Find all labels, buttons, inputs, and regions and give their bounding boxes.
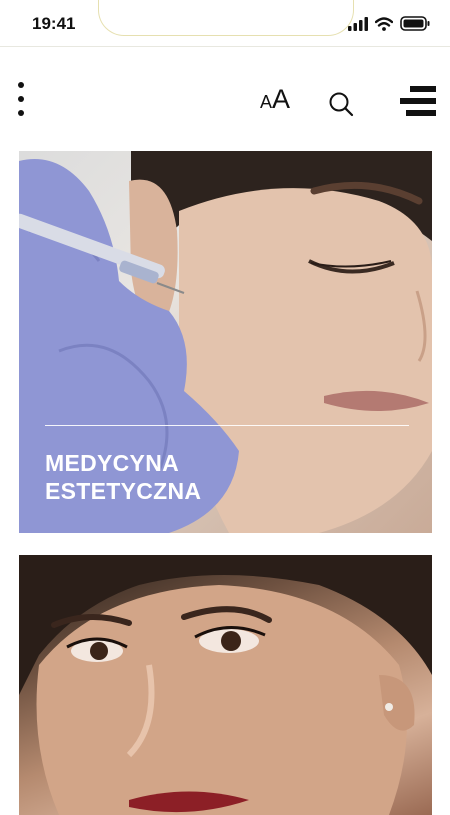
- notch: [98, 0, 354, 36]
- search-button[interactable]: [327, 90, 355, 118]
- wifi-icon: [375, 16, 393, 31]
- beauty-portrait-photo: [19, 555, 432, 815]
- battery-icon: [400, 16, 430, 31]
- font-size-large-label: A: [272, 84, 291, 114]
- category-card-beauty[interactable]: [19, 555, 432, 815]
- card-divider: [45, 425, 409, 426]
- card-title-line2: ESTETYCZNA: [45, 478, 202, 504]
- system-icons: [348, 16, 430, 31]
- signal-icon: [348, 16, 368, 31]
- more-options-button[interactable]: [14, 80, 30, 120]
- vertical-dots-icon: [18, 82, 24, 88]
- category-card-aesthetic-medicine[interactable]: MEDYCYNA ESTETYCZNA: [19, 151, 432, 533]
- menu-button[interactable]: [400, 84, 436, 118]
- dot: [18, 96, 24, 102]
- search-icon: [329, 92, 354, 117]
- app-header: AA: [0, 70, 450, 130]
- menu-icon: [400, 86, 436, 116]
- status-time: 19:41: [32, 14, 76, 33]
- card-title: MEDYCYNA ESTETYCZNA: [45, 449, 201, 505]
- dot: [18, 110, 24, 116]
- font-size-small-label: A: [260, 92, 273, 112]
- card-title-line1: MEDYCYNA: [45, 450, 180, 476]
- status-bar: 19:41: [0, 0, 450, 47]
- font-size-button[interactable]: AA: [260, 84, 290, 115]
